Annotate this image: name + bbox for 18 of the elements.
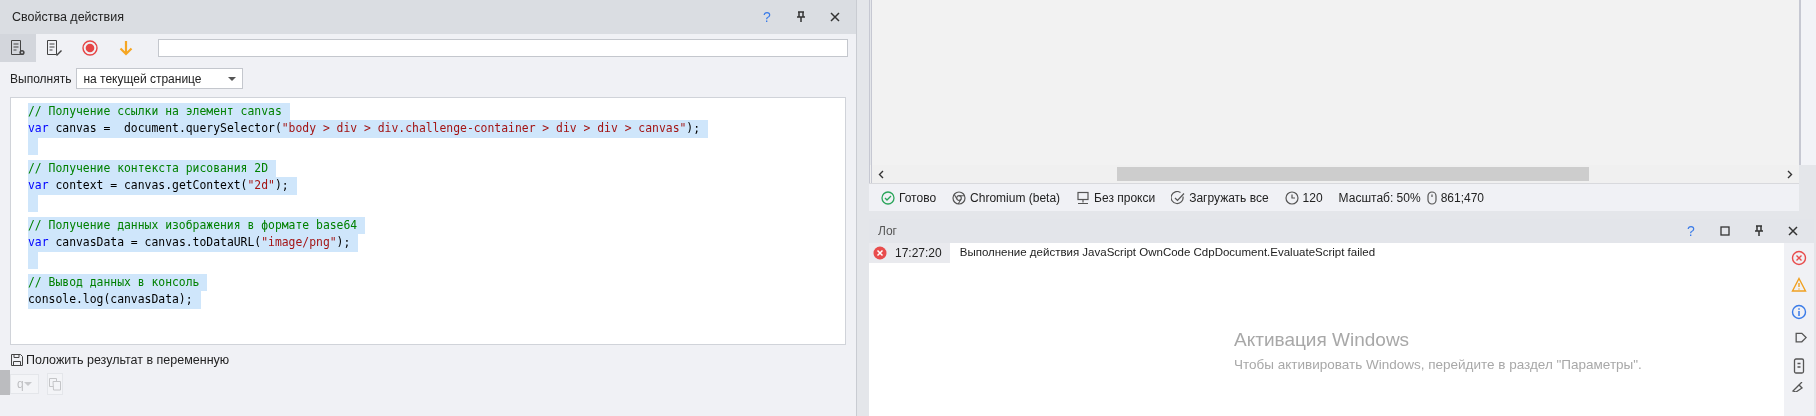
save-result-label: Положить результат в переменную xyxy=(26,352,230,369)
cursor-position: 861;470 xyxy=(1440,189,1484,207)
timeout-text: 120 xyxy=(1302,189,1323,207)
help-button[interactable]: ? xyxy=(756,6,778,28)
proxy-text: Без прокси xyxy=(1094,189,1156,207)
help-button[interactable]: ? xyxy=(1680,220,1702,242)
zoom-text: Масштаб: 50% xyxy=(1338,189,1421,207)
activation-notice-title: Активация Windows xyxy=(1234,328,1411,352)
status-text: Готово xyxy=(899,189,937,207)
panel-title: Свойства действия xyxy=(12,8,125,26)
activation-notice-text: Чтобы активировать Windows, перейдите в раздел "Параметры". xyxy=(1234,355,1642,374)
log-time: 17:27:20 xyxy=(895,245,942,262)
browser-name: Chromium (beta) xyxy=(970,189,1061,207)
load-mode-text: Загружать все xyxy=(1189,189,1269,207)
log-message: Выполнение действия JavaScript OwnCode CdpDocument.EvaluateScript failed xyxy=(958,245,1376,261)
execute-label: Выполнять xyxy=(10,70,72,88)
execute-dropdown[interactable]: на текущей странице xyxy=(76,68,243,89)
panel-title: Лог xyxy=(878,223,898,240)
